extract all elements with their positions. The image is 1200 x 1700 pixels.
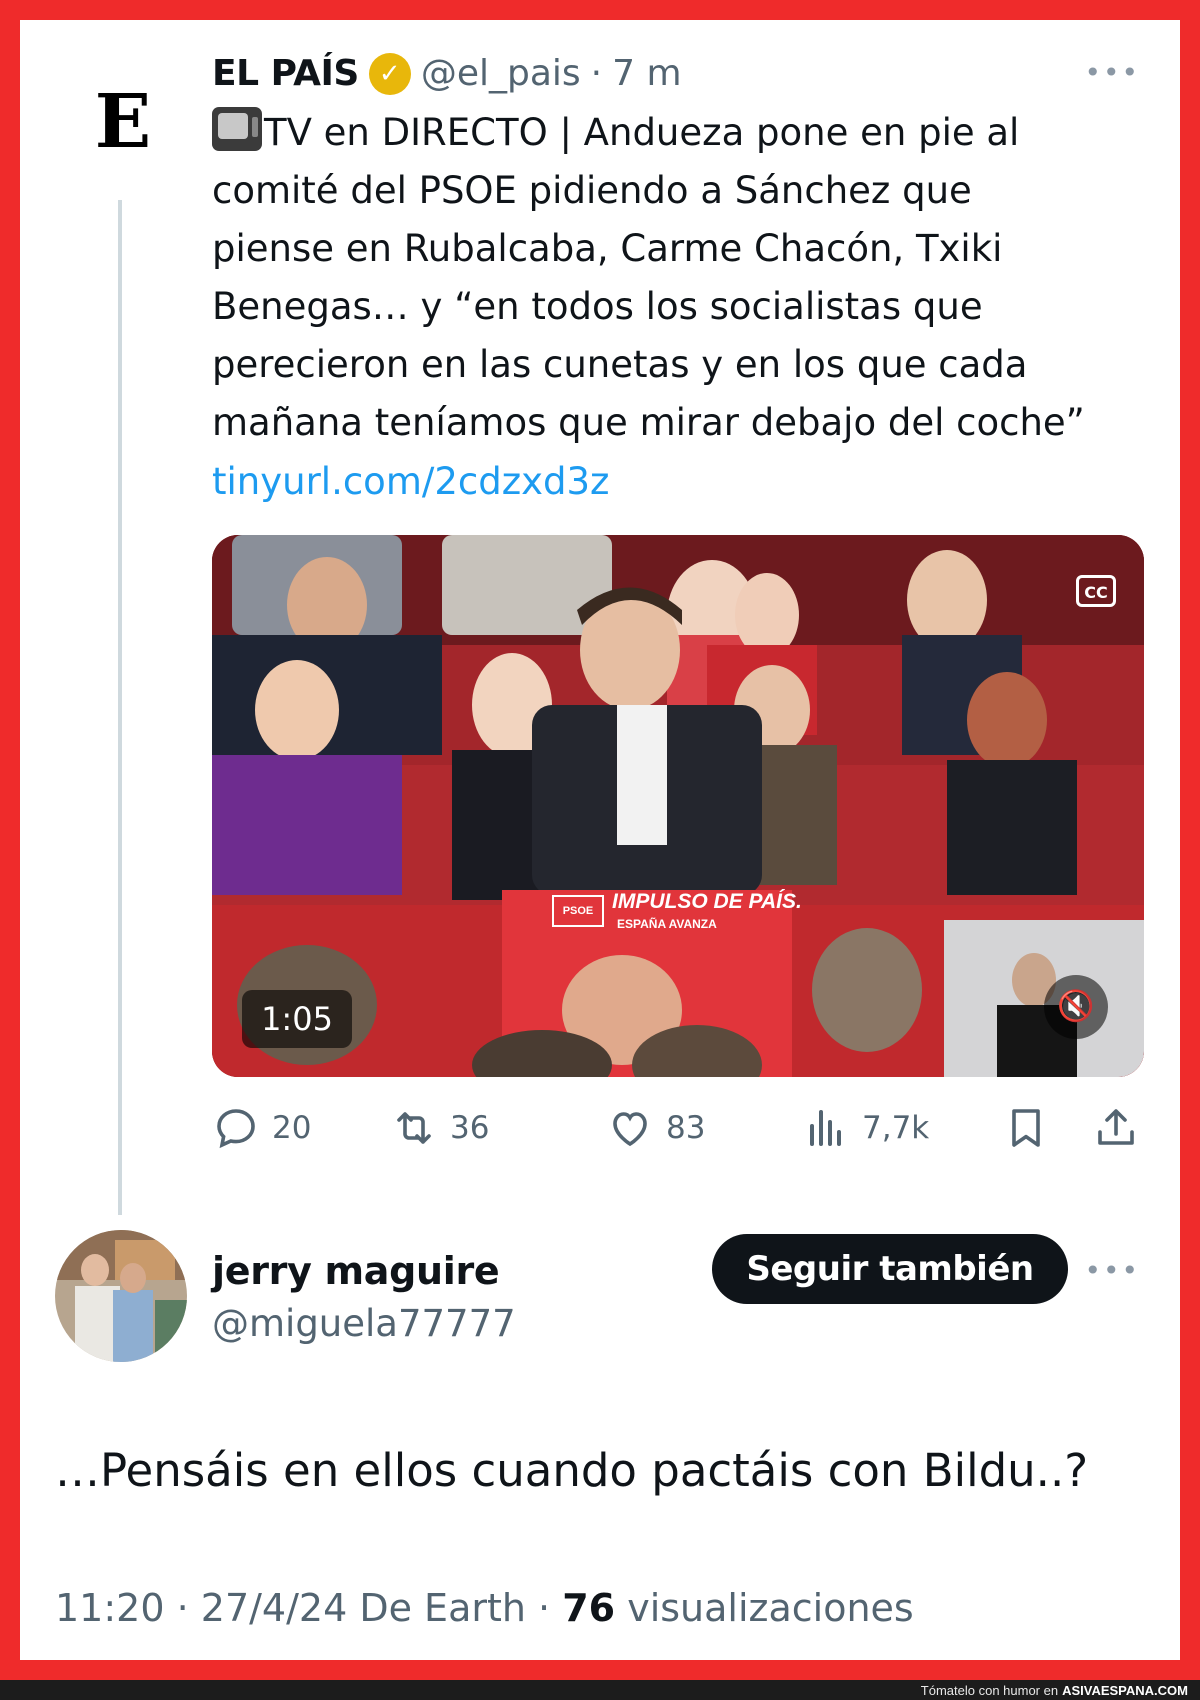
reply-more-options-icon[interactable]: •••: [1084, 1254, 1140, 1287]
tv-icon: [212, 107, 262, 151]
tweet-actions: 20 36 83 7,7k: [212, 1100, 1142, 1156]
video-frame: [212, 535, 1144, 1077]
reply-action[interactable]: 20: [212, 1100, 311, 1156]
video-player[interactable]: PSOE IMPULSO DE PAÍS. ESPAÑA AVANZA CC 1…: [212, 535, 1144, 1077]
author-handle[interactable]: @el_pais: [421, 48, 581, 100]
bookmark-action[interactable]: [1002, 1100, 1050, 1156]
like-count: 83: [666, 1110, 706, 1146]
more-options-icon[interactable]: •••: [1084, 56, 1140, 89]
tweet-time[interactable]: 7 m: [612, 48, 681, 100]
podium-banner-subtitle: ESPAÑA AVANZA: [617, 917, 717, 931]
footer-site[interactable]: ASIVAESPANA.COM: [1062, 1683, 1188, 1698]
bookmark-icon: [1012, 1109, 1040, 1147]
repost-count: 36: [450, 1110, 490, 1146]
views-action[interactable]: 7,7k: [802, 1100, 929, 1156]
avatar-image: [55, 1230, 187, 1362]
reply-author-name[interactable]: jerry maguire: [212, 1245, 500, 1297]
author-name[interactable]: EL PAÍS: [212, 48, 359, 100]
psoe-logo: PSOE: [552, 895, 604, 927]
reply-icon: [217, 1109, 255, 1149]
reply-date-source[interactable]: 27/4/24 De Earth: [201, 1580, 526, 1636]
meta-space: [615, 1580, 627, 1636]
follow-button[interactable]: Seguir también: [712, 1234, 1068, 1304]
mute-icon[interactable]: 🔇: [1044, 975, 1108, 1039]
like-action[interactable]: 83: [606, 1100, 705, 1156]
meta-separator: ·: [525, 1586, 563, 1630]
share-action[interactable]: [1092, 1100, 1140, 1156]
repost-action[interactable]: 36: [390, 1100, 489, 1156]
closed-captions-icon[interactable]: CC: [1076, 575, 1116, 607]
el-pais-logo[interactable]: E: [88, 82, 158, 162]
tweet-link[interactable]: tinyurl.com/2cdzxd3z: [212, 456, 609, 508]
reply-author-handle[interactable]: @miguela77777: [212, 1298, 516, 1350]
reply-views-label: visualizaciones: [627, 1586, 914, 1630]
tweet-body: TV en DIRECTO | Andueza pone en pie al c…: [212, 111, 1085, 444]
avatar[interactable]: [55, 1230, 187, 1362]
meta-separator: ·: [164, 1586, 201, 1630]
share-icon: [1098, 1109, 1134, 1145]
reply-count: 20: [272, 1110, 312, 1146]
views-count: 7,7k: [862, 1110, 930, 1146]
podium-banner-title: IMPULSO DE PAÍS.: [612, 890, 802, 913]
quoted-tweet-header: EL PAÍS ✓ @el_pais · 7 m: [212, 48, 682, 100]
video-duration: 1:05: [242, 990, 352, 1048]
reply-time[interactable]: 11:20: [55, 1580, 165, 1636]
repost-icon: [397, 1112, 431, 1144]
reply-meta: 11:20 · 27/4/24 De Earth · 76 visualizac…: [55, 1580, 914, 1636]
separator: ·: [590, 53, 603, 94]
reply-views-count: 76: [562, 1586, 616, 1630]
footer-tagline: Tómatelo con humor en: [920, 1682, 1059, 1698]
tweet-text: TV en DIRECTO | Andueza pone en pie al c…: [212, 104, 1112, 452]
verified-badge-icon: ✓: [368, 53, 411, 95]
thread-line: [118, 200, 122, 1215]
views-chart-icon: [810, 1110, 841, 1146]
watermark-footer: Tómatelo con humor en ASIVAESPANA.COM: [0, 1680, 1200, 1700]
heart-icon: [613, 1112, 647, 1147]
reply-text: …Pensáis en ellos cuando pactáis con Bil…: [55, 1444, 1089, 1497]
